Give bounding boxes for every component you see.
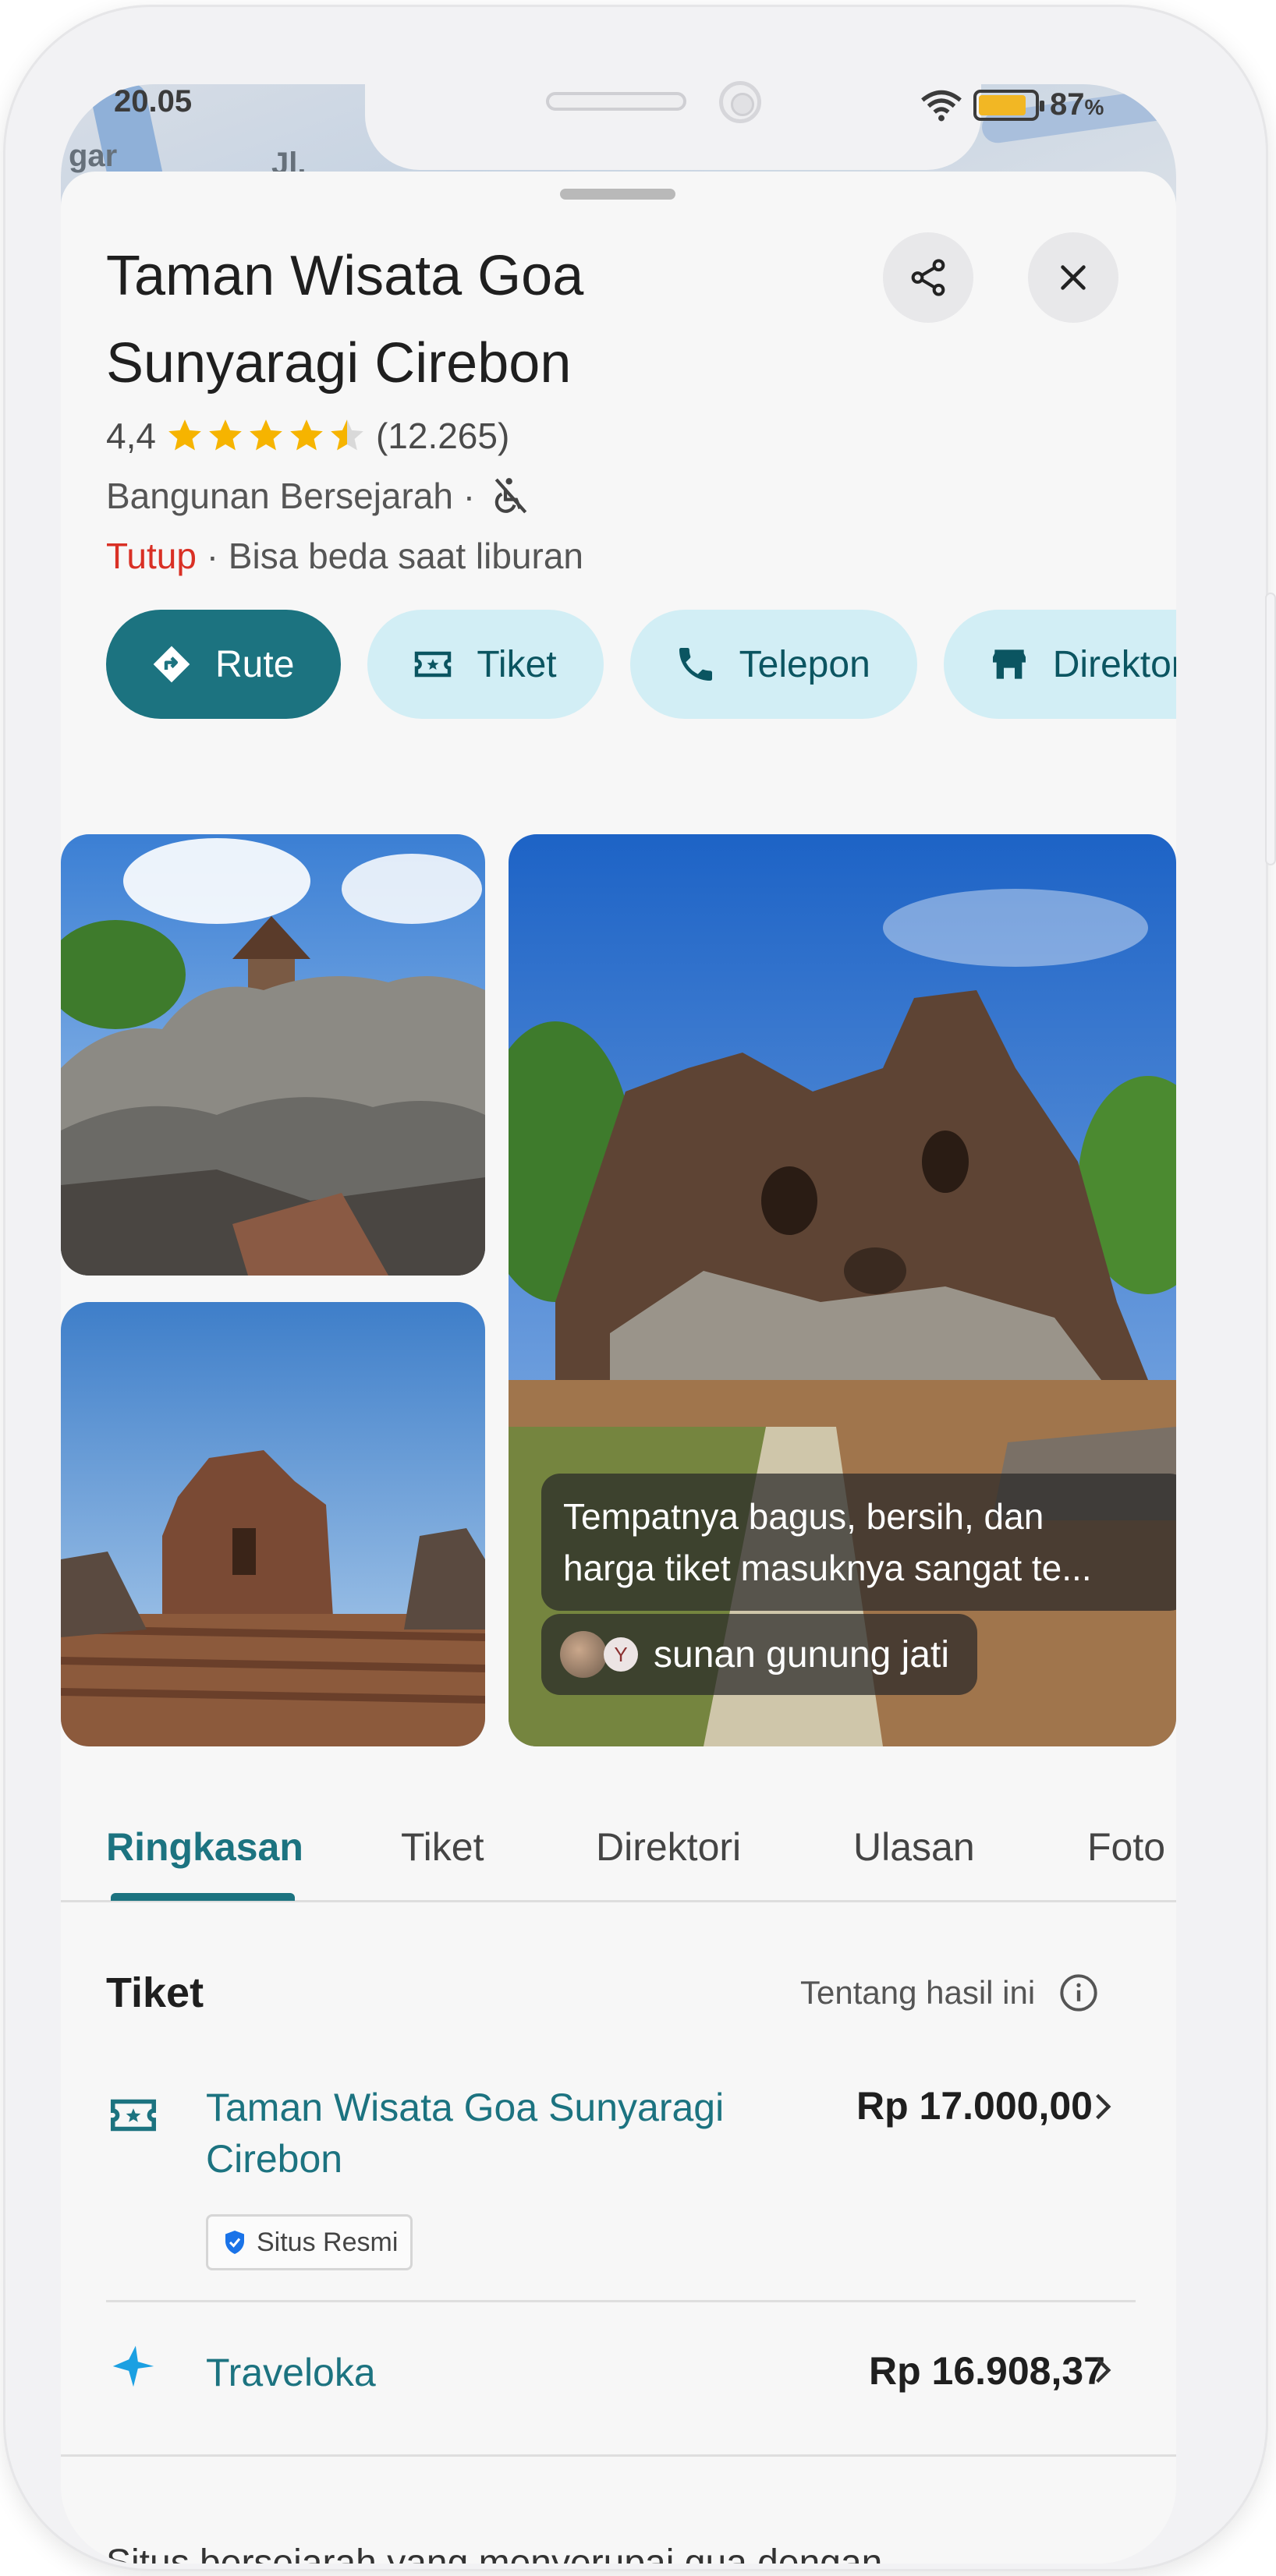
directions-button[interactable]: Rute [106,610,342,719]
ticket-price: Rp 17.000,00 [856,2084,1093,2128]
photo-thumbnail[interactable] [61,1302,485,1746]
rating-stars [165,416,367,455]
verified-shield-icon [225,2231,244,2254]
avatar [560,1631,607,1678]
rating-row[interactable]: 4,4 (12.265) [106,415,509,457]
review-count: (12.265) [375,416,510,456]
action-chips: Rute Tiket Telepon Direktori [106,610,1176,719]
star-icon [250,419,282,451]
place-title-line: Taman Wisata Goa [106,245,584,307]
directions-icon [153,646,190,683]
tab-ulasan[interactable]: Ulasan [853,1824,975,1870]
ticket-icon [110,2099,157,2132]
place-title: Taman Wisata Goa Sunyaragi Cirebon [106,232,886,407]
phone-side-button [1265,593,1276,865]
close-button[interactable] [1028,232,1118,323]
ticket-provider-line: Taman Wisata Goa Sunyaragi [206,2086,725,2129]
place-category: Bangunan Bersejarah · [106,476,476,516]
photo-main[interactable]: Tempatnya bagus, bersih, dan harga tiket… [509,834,1176,1746]
review-snippet[interactable]: Tempatnya bagus, bersih, dan harga tiket… [541,1474,1176,1611]
chevron-right-icon [1096,2357,1111,2383]
status-note: · Bisa beda saat liburan [196,536,583,576]
tab-tiket[interactable]: Tiket [401,1824,484,1870]
store-icon [992,649,1026,679]
wifi-icon [921,90,962,121]
directory-button[interactable]: Direktori [943,610,1176,719]
divider [61,2454,1176,2457]
review-author[interactable]: Y sunan gunung jati [541,1614,977,1695]
ticket-provider-name[interactable]: Traveloka [206,2347,376,2398]
call-button[interactable]: Telepon [629,610,917,719]
status-time: 20.05 [114,84,193,119]
battery-level [979,94,1026,115]
directory-label: Direktori [1052,643,1176,685]
battery-unit: % [1084,95,1104,119]
star-icon [168,419,201,451]
tab-direktori[interactable]: Direktori [596,1824,741,1870]
ticket-provider-line: Cirebon [206,2137,343,2181]
directions-label: Rute [215,643,295,685]
divider [106,2300,1136,2302]
star-icon [209,419,242,451]
front-camera [719,81,761,123]
not-wheelchair-accessible-icon [494,478,527,514]
earpiece-speaker [546,92,686,111]
ticket-price: Rp 16.908,37 [869,2349,1105,2393]
about-results-button[interactable]: Tentang hasil ini [800,1973,1099,2013]
place-description: Situs bersejarah yang menyerupai gua den… [106,2542,883,2564]
star-half-icon [331,419,363,451]
ticket-offer-row[interactable]: Traveloka Rp 16.908,37 [106,2339,1128,2417]
info-icon [1060,1974,1097,2012]
photo-brick-ruin [61,1302,485,1746]
map-street-label: gar [69,139,118,173]
battery-percent: 87% [1050,87,1104,122]
share-button[interactable] [883,232,973,323]
drag-handle[interactable] [560,189,675,200]
tab-ringkasan[interactable]: Ringkasan [106,1824,303,1870]
rating-value: 4,4 [106,416,156,456]
phone-icon [679,648,712,681]
tab-bar: Ringkasan Tiket Direktori Ulasan Foto [61,1801,1176,1902]
opening-hours[interactable]: Tutup · Bisa beda saat liburan [106,535,583,577]
ticket-icon [415,651,452,678]
category-row: Bangunan Bersejarah · [106,474,533,518]
ticket-provider-name[interactable]: Taman Wisata Goa Sunyaragi Cirebon [206,2082,724,2185]
status-closed: Tutup [106,536,197,576]
author-name: sunan gunung jati [654,1633,949,1675]
photo-gallery: Tempatnya bagus, bersih, dan harga tiket… [61,834,1176,1746]
place-title-line: Sunyaragi Cirebon [106,332,572,395]
photo-thumbnail[interactable] [61,834,485,1276]
screen: gar Jl. Taman Wisata Goa Sunyaragi Cireb… [61,84,1176,2564]
about-results-label: Tentang hasil ini [800,1974,1036,2011]
review-line: harga tiket masuknya sangat te... [563,1548,1092,1588]
official-site-label: Situs Resmi [257,2227,399,2257]
ticket-offer-row[interactable]: Taman Wisata Goa Sunyaragi Cirebon Rp 17… [106,2082,1128,2300]
traveloka-logo-icon [112,2345,154,2387]
close-icon [1061,265,1086,290]
share-icon [911,259,945,296]
avatar-initial: Y [604,1637,638,1672]
call-label: Telepon [739,643,870,685]
photo-pagoda-rocks [61,834,485,1276]
battery-value: 87 [1050,87,1085,122]
battery-icon [973,89,1044,121]
status-icons: 87% [920,87,1104,122]
ticket-button[interactable]: Tiket [367,610,604,719]
tickets-heading: Tiket [106,1969,204,2016]
chevron-right-icon [1096,2093,1111,2120]
star-icon [290,419,323,451]
active-tab-indicator [111,1893,295,1901]
tab-foto[interactable]: Foto [1087,1824,1165,1870]
review-line: Tempatnya bagus, bersih, dan [563,1496,1044,1537]
official-site-badge: Situs Resmi [206,2214,413,2270]
ticket-label: Tiket [477,643,557,685]
place-sheet: Taman Wisata Goa Sunyaragi Cirebon 4,4 (… [61,172,1176,2564]
